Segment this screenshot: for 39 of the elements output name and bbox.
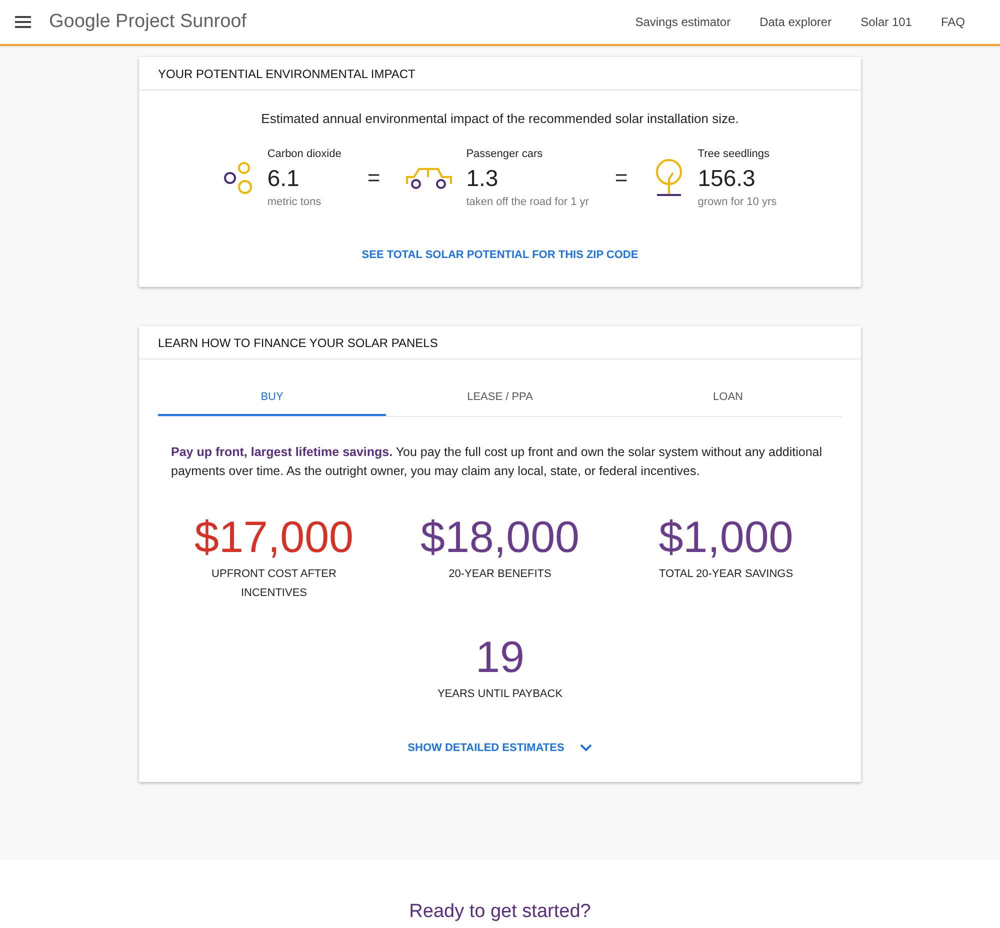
stat-value: $1,000 — [658, 513, 794, 563]
car-icon — [406, 166, 452, 190]
card-title: LEARN HOW TO FINANCE YOUR SOLAR PANELS — [139, 326, 861, 360]
impact-unit: metric tons — [267, 196, 322, 208]
impact-value: 6.1 — [267, 165, 300, 192]
cta-title: Ready to get started? — [408, 900, 592, 924]
nav-link[interactable]: Savings estimator — [635, 15, 731, 29]
equals-sign: = — [367, 165, 380, 191]
card-title: YOUR POTENTIAL ENVIRONMENTAL IMPACT — [139, 57, 861, 91]
tree-icon — [654, 159, 684, 197]
details-button[interactable]: SHOW DETAILED ESTIMATES — [402, 741, 598, 755]
stat-label: UPFRONT COST AFTER INCENTIVES — [210, 567, 338, 601]
impact-label: Carbon dioxide — [267, 148, 342, 160]
stat-label: 20-YEAR BENEFITS — [448, 567, 552, 582]
bubbles-icon — [223, 160, 254, 196]
zip-code-link[interactable]: SEE TOTAL SOLAR POTENTIAL FOR THIS ZIP CODE — [362, 249, 638, 261]
finance-tab[interactable]: LEASE / PPA — [386, 380, 614, 416]
logo[interactable]: Google Project Sunroof — [49, 11, 247, 33]
impact-label: Tree seedlings — [698, 148, 771, 160]
chevron-down-icon — [580, 744, 592, 752]
finance-tab[interactable]: BUY — [158, 380, 386, 416]
impact-unit: grown for 10 yrs — [698, 196, 777, 208]
impact-label: Passenger cars — [466, 148, 544, 160]
impact-unit: taken off the road for 1 yr — [466, 196, 589, 208]
nav-link[interactable]: FAQ — [940, 15, 965, 29]
impact-value: 156.3 — [698, 165, 756, 192]
nav-link[interactable]: Solar 101 — [860, 15, 912, 29]
impact-value: 1.3 — [466, 165, 500, 192]
nav-link[interactable]: Data explorer — [760, 15, 832, 29]
stat-label: YEARS UNTIL PAYBACK — [436, 687, 564, 702]
stat-value: $18,000 — [420, 513, 580, 563]
description-text: Pay up front, largest lifetime savings. You pay the full cost up front and own the solar system without any additional payments over time. As the outright owner, you may claim any local, state, or federal incentives. — [171, 444, 824, 480]
equals-sign: = — [614, 165, 628, 191]
stat-value: 19 — [476, 633, 524, 683]
finance-tab[interactable]: LOAN — [614, 380, 842, 416]
stat-value: $17,000 — [194, 513, 354, 563]
stat-label: TOTAL 20-YEAR SAVINGS — [658, 567, 794, 582]
intro-text: Estimated annual environmental impact of the recommended solar installation size. — [260, 111, 740, 126]
menu-icon[interactable] — [15, 16, 31, 28]
